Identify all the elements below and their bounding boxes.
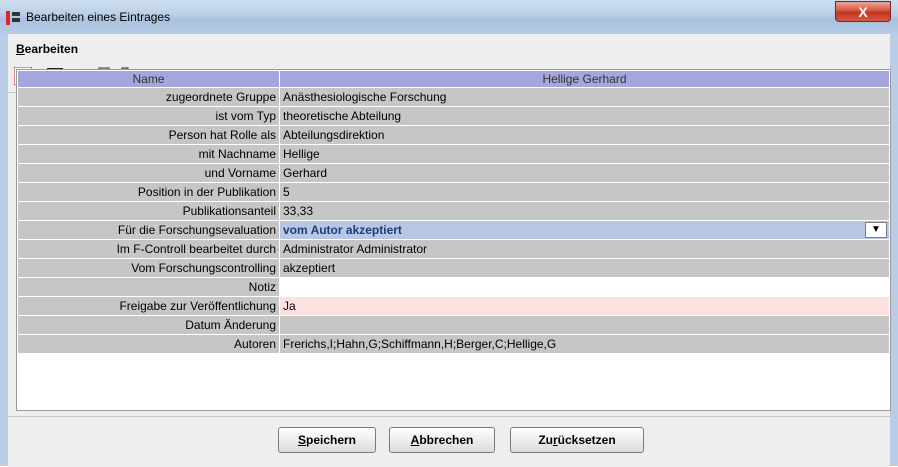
- row-value[interactable]: [279, 315, 890, 335]
- table-row[interactable]: Vom Forschungscontrolling akzeptiert: [17, 258, 890, 278]
- table-row[interactable]: Notiz: [17, 277, 890, 297]
- table-row[interactable]: Im F-Controll bearbeitet durch Administra…: [17, 239, 890, 259]
- table-row[interactable]: Autoren Frerichs,I;Hahn,G;Schiffmann,H;Be…: [17, 334, 890, 354]
- freigabe-field[interactable]: Ja: [279, 296, 890, 316]
- window-frame-right: [890, 34, 898, 466]
- row-label: Notiz: [17, 277, 280, 297]
- row-label: und Vorname: [17, 163, 280, 183]
- save-button[interactable]: Speichern: [278, 427, 376, 453]
- table-row[interactable]: ist vom Typ theoretische Abteilung: [17, 106, 890, 126]
- row-value[interactable]: Hellige: [279, 144, 890, 164]
- close-icon: X: [858, 4, 868, 20]
- row-value[interactable]: akzeptiert: [279, 258, 890, 278]
- row-value[interactable]: theoretische Abteilung: [279, 106, 890, 126]
- row-label: Für die Forschungsevaluation: [17, 220, 280, 240]
- row-label: ist vom Typ: [17, 106, 280, 126]
- table-row[interactable]: Freigabe zur Veröffentlichung Ja: [17, 296, 890, 316]
- row-value[interactable]: Abteilungsdirektion: [279, 125, 890, 145]
- row-value[interactable]: Anästhesiologische Forschung: [279, 87, 890, 107]
- menu-bearbeiten[interactable]: Bearbeiten: [16, 42, 78, 56]
- client-area: Bearbeiten Name Hellige Gerhard zugeordn…: [8, 34, 891, 467]
- row-value[interactable]: Gerhard: [279, 163, 890, 183]
- column-header-name[interactable]: Name: [17, 70, 280, 88]
- table-row-selected[interactable]: Für die Forschungsevaluation vom Autor a…: [17, 220, 890, 240]
- row-label: Datum Änderung: [17, 315, 280, 335]
- notiz-field[interactable]: [279, 277, 890, 297]
- evaluation-dropdown[interactable]: vom Autor akzeptiert ▼: [279, 220, 890, 240]
- chevron-down-icon[interactable]: ▼: [865, 222, 887, 238]
- properties-table: Name Hellige Gerhard zugeordnete Gruppe A…: [16, 69, 891, 411]
- table-row[interactable]: Person hat Rolle als Abteilungsdirektion: [17, 125, 890, 145]
- row-value[interactable]: Frerichs,I;Hahn,G;Schiffmann,H;Berger,C;…: [279, 334, 890, 354]
- row-label: Publikationsanteil: [17, 201, 280, 221]
- table-row[interactable]: Datum Änderung: [17, 315, 890, 335]
- menu-bar: Bearbeiten: [8, 34, 890, 62]
- row-value[interactable]: 5: [279, 182, 890, 202]
- reset-button[interactable]: Zurücksetzen: [510, 427, 644, 453]
- title-bar: Bearbeiten eines Eintrages X: [0, 0, 898, 35]
- row-label: Freigabe zur Veröffentlichung: [17, 296, 280, 316]
- window-title: Bearbeiten eines Eintrages: [26, 10, 171, 24]
- row-value[interactable]: 33,33: [279, 201, 890, 221]
- row-label: mit Nachname: [17, 144, 280, 164]
- app-icon: [6, 11, 20, 25]
- row-label: Person hat Rolle als: [17, 125, 280, 145]
- row-label: Im F-Controll bearbeitet durch: [17, 239, 280, 259]
- row-label: Position in der Publikation: [17, 182, 280, 202]
- close-button[interactable]: X: [835, 1, 891, 22]
- table-row[interactable]: zugeordnete Gruppe Anästhesiologische For…: [17, 87, 890, 107]
- row-value[interactable]: Administrator Administrator: [279, 239, 890, 259]
- row-label: Vom Forschungscontrolling: [17, 258, 280, 278]
- column-header-entry[interactable]: Hellige Gerhard: [279, 70, 890, 88]
- row-label: zugeordnete Gruppe: [17, 87, 280, 107]
- dropdown-value: vom Autor akzeptiert: [283, 223, 402, 237]
- cancel-button[interactable]: Abbrechen: [389, 427, 495, 453]
- button-bar: Speichern Abbrechen Zurücksetzen: [8, 416, 890, 467]
- table-row[interactable]: Publikationsanteil 33,33: [17, 201, 890, 221]
- table-row[interactable]: Position in der Publikation 5: [17, 182, 890, 202]
- row-label: Autoren: [17, 334, 280, 354]
- table-row[interactable]: mit Nachname Hellige: [17, 144, 890, 164]
- window-frame-left: [0, 34, 8, 466]
- table-header-row: Name Hellige Gerhard: [17, 70, 890, 88]
- table-row[interactable]: und Vorname Gerhard: [17, 163, 890, 183]
